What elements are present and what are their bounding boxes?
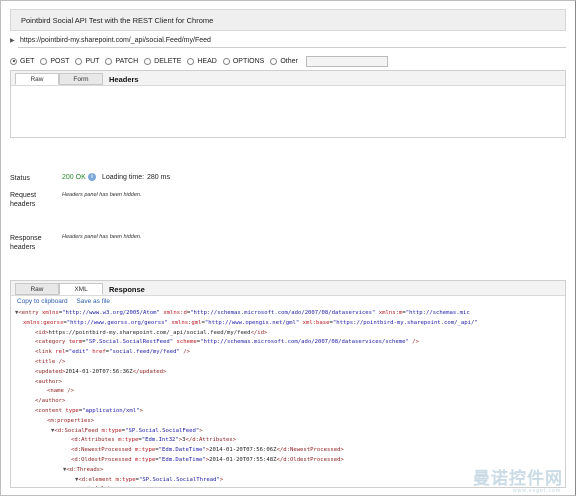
- xml-line-content: <link rel="edit" href="social.feed/my/fe…: [35, 349, 191, 356]
- method-post[interactable]: POST: [40, 57, 69, 65]
- xml-line-content: <m:properties>: [47, 417, 95, 424]
- xml-line: <d:Attributes m:type="Edm.Int32">3</d:At…: [15, 436, 565, 446]
- xml-line-content: <content type="application/xml">: [35, 407, 143, 414]
- xml-viewer: ▼<entry xmlns="http://www.w3.org/2005/At…: [15, 309, 565, 487]
- app-frame: Pointbird Social API Test with the REST …: [0, 0, 576, 496]
- status-area: Status 200 OK i Loading time: 280 ms Req…: [10, 171, 566, 261]
- xml-line-content: </author>: [35, 398, 66, 405]
- title-bar: Pointbird Social API Test with the REST …: [10, 9, 566, 31]
- xml-line: <d:NewestProcessed m:type="Edm.DateTime"…: [15, 446, 565, 456]
- status-value: 200 OK: [62, 174, 86, 181]
- method-put[interactable]: PUT: [75, 57, 99, 65]
- xml-line-content: <d:element m:type="SP.Social.SocialThrea…: [78, 476, 224, 483]
- headers-title: Headers: [109, 75, 139, 84]
- method-patch[interactable]: PATCH: [105, 57, 138, 65]
- xml-line-content: <d:OldestProcessed m:type="Edm.DateTime"…: [71, 456, 344, 463]
- loading-time-label: Loading time:: [102, 174, 145, 181]
- response-title: Response: [109, 285, 145, 294]
- xml-line: <link rel="edit" href="social.feed/my/fe…: [15, 348, 565, 358]
- response-panel: Raw XML Response Copy to clipboard Save …: [10, 280, 566, 488]
- xml-line: </author>: [15, 397, 565, 407]
- radio-get[interactable]: [10, 57, 17, 65]
- xml-line-content: xmlns:georss="http://www.georss.org/geor…: [23, 319, 478, 326]
- xml-line: <title />: [15, 358, 565, 368]
- xml-line-content: <category term="SP.Social.SocialRestFeed…: [35, 339, 420, 346]
- request-headers-panel: Raw Form Headers: [10, 70, 566, 138]
- xml-line[interactable]: ▼<d:SocialFeed m:type="SP.Social.SocialF…: [15, 427, 565, 437]
- xml-line: <updated>2014-01-20T07:56:36Z</updated>: [15, 368, 565, 378]
- radio-delete[interactable]: [144, 57, 152, 65]
- method-other[interactable]: Other: [270, 57, 298, 65]
- tab-raw-request[interactable]: Raw: [15, 73, 59, 85]
- copy-to-clipboard-link[interactable]: Copy to clipboard: [17, 298, 68, 305]
- loading-time-value: 280 ms: [147, 174, 170, 181]
- radio-put[interactable]: [75, 57, 83, 65]
- request-headers-hidden-note: Headers panel has been hidden.: [62, 192, 142, 198]
- tab-xml-response[interactable]: XML: [59, 283, 103, 295]
- url-underline: [18, 47, 566, 48]
- watermark-logo: 曼诺控件网 www.evget.com: [473, 469, 563, 494]
- xml-line-content: <d:Threads>: [66, 466, 104, 473]
- url-input[interactable]: https://pointbird-my.sharepoint.com/_api…: [20, 37, 211, 44]
- request-tabs: Raw Form Headers: [11, 71, 565, 86]
- xml-line: <name />: [15, 387, 565, 397]
- status-label: Status: [10, 175, 30, 182]
- xml-line-content: <updated>2014-01-20T07:56:36Z</updated>: [35, 368, 167, 375]
- xml-line-content: <d:SocialFeed m:type="SP.Social.SocialFe…: [54, 427, 203, 434]
- xml-line-content: <entry xmlns="http://www.w3.org/2005/Ato…: [18, 310, 470, 316]
- radio-post[interactable]: [40, 57, 48, 65]
- radio-other[interactable]: [270, 57, 278, 65]
- radio-patch[interactable]: [105, 57, 113, 65]
- tab-form-request[interactable]: Form: [59, 73, 103, 85]
- xml-line-content: <name />: [47, 388, 74, 395]
- method-selector: GET POST PUT PATCH DELETE HEAD OPTIONS O…: [10, 54, 566, 68]
- url-row: ▶ https://pointbird-my.sharepoint.com/_a…: [10, 35, 566, 49]
- radio-head[interactable]: [187, 57, 195, 65]
- method-head[interactable]: HEAD: [187, 57, 217, 65]
- method-delete[interactable]: DELETE: [144, 57, 181, 65]
- response-actions: Copy to clipboard Save as file: [17, 298, 117, 305]
- xml-line-content: <title />: [35, 358, 66, 365]
- xml-line-content: <author>: [35, 378, 62, 385]
- method-get[interactable]: GET: [10, 57, 34, 65]
- method-options[interactable]: OPTIONS: [222, 57, 264, 65]
- xml-line: <author>: [15, 378, 565, 388]
- xml-line-content: <d:Actors>: [90, 486, 124, 487]
- xml-line: <m:properties>: [15, 417, 565, 427]
- tab-raw-response[interactable]: Raw: [15, 283, 59, 295]
- xml-line-content: <d:Attributes m:type="Edm.Int32">3</d:At…: [71, 437, 237, 444]
- other-method-input[interactable]: [305, 55, 388, 67]
- radio-options[interactable]: [222, 57, 230, 65]
- xml-line: xmlns:georss="http://www.georss.org/geor…: [15, 319, 565, 329]
- xml-line: <id>https://pointbird-my.sharepoint.com/…: [15, 329, 565, 339]
- triangle-right-icon[interactable]: ▶: [10, 37, 15, 44]
- page-title: Pointbird Social API Test with the REST …: [21, 16, 214, 25]
- xml-line: <category term="SP.Social.SocialRestFeed…: [15, 338, 565, 348]
- xml-line-content: <id>https://pointbird-my.sharepoint.com/…: [35, 329, 268, 336]
- save-as-file-link[interactable]: Save as file: [76, 298, 110, 305]
- response-tabs: Raw XML Response: [11, 281, 565, 296]
- xml-line[interactable]: ▼<entry xmlns="http://www.w3.org/2005/At…: [15, 309, 565, 319]
- xml-line: <content type="application/xml">: [15, 407, 565, 417]
- response-headers-hidden-note: Headers panel has been hidden.: [62, 234, 142, 240]
- request-headers-label: Request headers: [10, 192, 37, 208]
- xml-line-content: <d:NewestProcessed m:type="Edm.DateTime"…: [71, 447, 344, 454]
- info-icon[interactable]: i: [88, 173, 96, 181]
- response-headers-label: Response headers: [10, 235, 42, 251]
